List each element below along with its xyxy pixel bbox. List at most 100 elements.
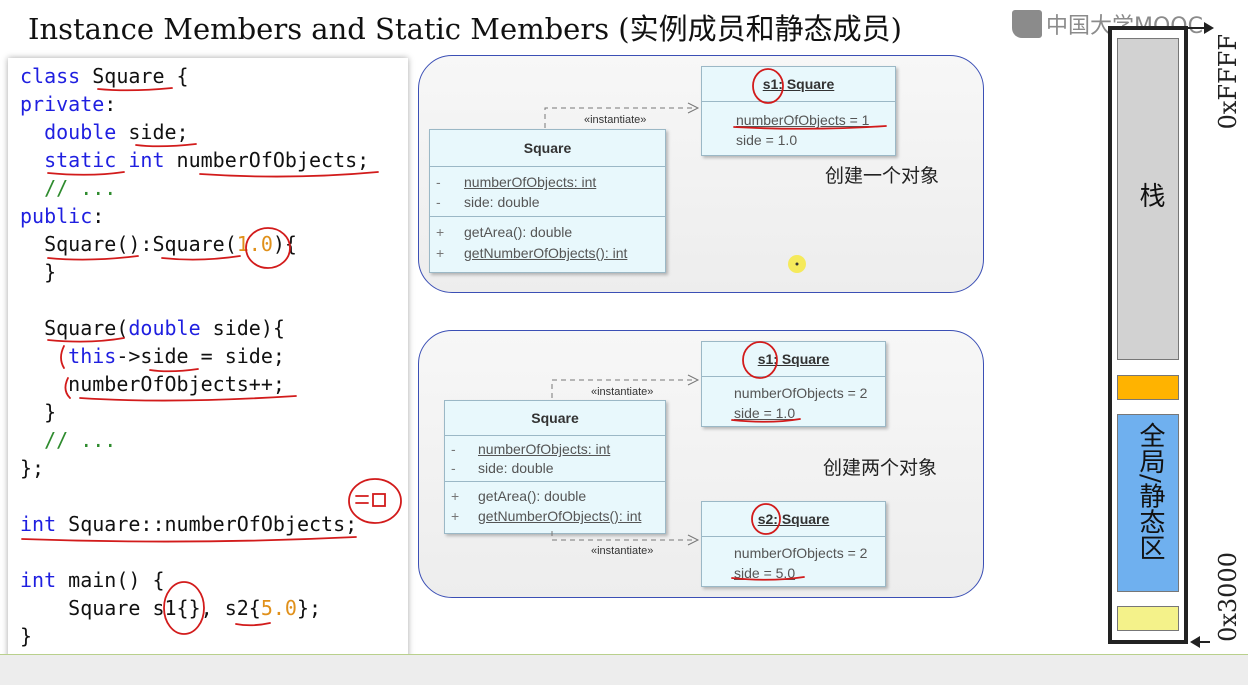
slide-title: Instance Members and Static Members (实例成… — [28, 12, 902, 46]
code-token: numberOfObjects++; — [20, 372, 285, 396]
arrow-head-icon — [1204, 22, 1214, 34]
object-field: numberOfObjects = 2 — [734, 385, 868, 401]
code-token: public — [20, 204, 93, 228]
stack-label: 栈 — [1135, 182, 1165, 208]
operation-row: + getArea(): double — [445, 486, 665, 506]
code-token: } — [20, 260, 57, 284]
code-token: class — [20, 64, 81, 88]
arrow-head-icon — [1190, 636, 1200, 648]
attribute-row: - numberOfObjects: int — [430, 172, 665, 192]
diagram-one-object: Square - numberOfObjects: int - side: doub… — [418, 55, 984, 293]
operation-text: getNumberOfObjects(): int — [464, 245, 628, 261]
visibility-marker: - — [436, 194, 441, 210]
code-line-3: double side; — [20, 120, 189, 144]
mooc-logo-icon — [1012, 10, 1042, 38]
code-line-17: int Square::numberOfObjects; — [20, 512, 357, 536]
object-name: s2: Square — [702, 502, 885, 537]
code-token: Square::numberOfObjects; — [56, 512, 358, 536]
caption-create-one: 创建一个对象 — [825, 165, 940, 187]
diagram-two-objects: Square - numberOfObjects: int - side: doub… — [418, 330, 984, 598]
object-box-s1: s1: Square numberOfObjects = 1 side = 1.… — [701, 66, 896, 156]
code-line-11: this->side = side; — [20, 344, 285, 368]
code-token: main() { — [56, 568, 165, 592]
visibility-marker: - — [436, 174, 441, 190]
code-line-14: // ... — [20, 428, 116, 452]
object-box-s1: s1: Square numberOfObjects = 2 side = 1.… — [701, 341, 886, 427]
object-field: side = 1.0 — [736, 132, 798, 148]
code-token: }; — [20, 456, 45, 480]
object-box-s2: s2: Square numberOfObjects = 2 side = 5.… — [701, 501, 886, 587]
code-line-1: class Square { — [20, 64, 189, 88]
code-line-10: Square(double side){ — [20, 316, 285, 340]
object-name: s1: Square — [702, 342, 885, 377]
attribute-row: - side: double — [445, 459, 665, 478]
code-token: double — [128, 316, 201, 340]
code-comment: // ... — [20, 176, 117, 200]
operation-row: + getArea(): double — [430, 222, 665, 243]
code-token: Square( — [20, 316, 129, 340]
code-token: this — [68, 344, 117, 368]
visibility-marker: + — [436, 245, 445, 261]
code-token: int — [128, 148, 165, 172]
code-token: side){ — [200, 316, 285, 340]
operation-text: getArea(): double — [478, 488, 587, 504]
code-line-2: private: — [20, 92, 116, 116]
visibility-marker: + — [451, 488, 460, 504]
code-line-15: }; — [20, 456, 44, 480]
class-box: Square - numberOfObjects: int - side: doub… — [444, 400, 666, 534]
code-line-12: numberOfObjects++; — [20, 372, 285, 396]
attribute-row: - side: double — [430, 192, 665, 212]
code-token: Square():Square( — [20, 232, 237, 256]
attribute-text: numberOfObjects: int — [478, 441, 611, 457]
memory-heap-region — [1117, 375, 1179, 400]
code-token: ->side = side; — [116, 344, 285, 368]
address-top: 0xFFFF — [1214, 34, 1242, 130]
code-line-8: } — [20, 260, 56, 284]
object-field: numberOfObjects = 1 — [736, 112, 870, 128]
object-field: numberOfObjects = 2 — [734, 545, 868, 561]
caption-create-two: 创建两个对象 — [823, 457, 938, 479]
class-name: Square — [445, 401, 665, 436]
code-token: : — [104, 92, 117, 116]
class-box: Square - numberOfObjects: int - side: doub… — [429, 129, 666, 273]
visibility-marker: + — [451, 508, 460, 524]
code-panel: class Square { private: double side; sta… — [8, 58, 408, 666]
code-line-7: Square():Square(1.0){ — [20, 232, 297, 256]
code-line-20: Square s1{}, s2{5.0}; — [20, 596, 321, 620]
class-operations: + getArea(): double + getNumberOfObjects()… — [430, 217, 665, 264]
code-line-4: static int numberOfObjects; — [20, 148, 369, 172]
code-token: private — [20, 92, 105, 116]
class-attributes: - numberOfObjects: int - side: double — [445, 436, 665, 482]
global-static-label: 全局/静态区 — [1135, 422, 1165, 561]
instantiate-label: «instantiate» — [591, 386, 654, 398]
attribute-text: side: double — [478, 460, 554, 476]
code-line-13: } — [20, 400, 56, 424]
object-name: s1: Square — [702, 67, 895, 102]
code-line-19: int main() { — [20, 568, 165, 592]
code-token: { — [164, 64, 189, 88]
attribute-row: - numberOfObjects: int — [445, 440, 665, 459]
code-token: int — [20, 568, 57, 592]
code-token: numberOfObjects; — [164, 148, 370, 172]
code-comment: // ... — [20, 428, 117, 452]
visibility-marker: + — [436, 224, 445, 240]
operation-row: + getNumberOfObjects(): int — [445, 506, 665, 526]
code-token: Square s1{}, s2{ — [20, 596, 261, 620]
code-token: ){ — [272, 232, 297, 256]
class-name: Square — [430, 130, 665, 167]
instantiate-label: «instantiate» — [584, 114, 647, 126]
attribute-text: numberOfObjects: int — [464, 174, 597, 190]
operation-row: + getNumberOfObjects(): int — [430, 243, 665, 264]
code-token: } — [20, 400, 57, 424]
code-line-5: // ... — [20, 176, 116, 200]
object-field: side = 5.0 — [734, 565, 796, 581]
code-token: static — [44, 148, 117, 172]
bottom-bar — [0, 654, 1248, 685]
operation-text: getArea(): double — [464, 224, 573, 240]
code-token: : — [92, 204, 105, 228]
code-line-21: } — [20, 624, 32, 648]
object-field: side = 1.0 — [734, 405, 796, 421]
